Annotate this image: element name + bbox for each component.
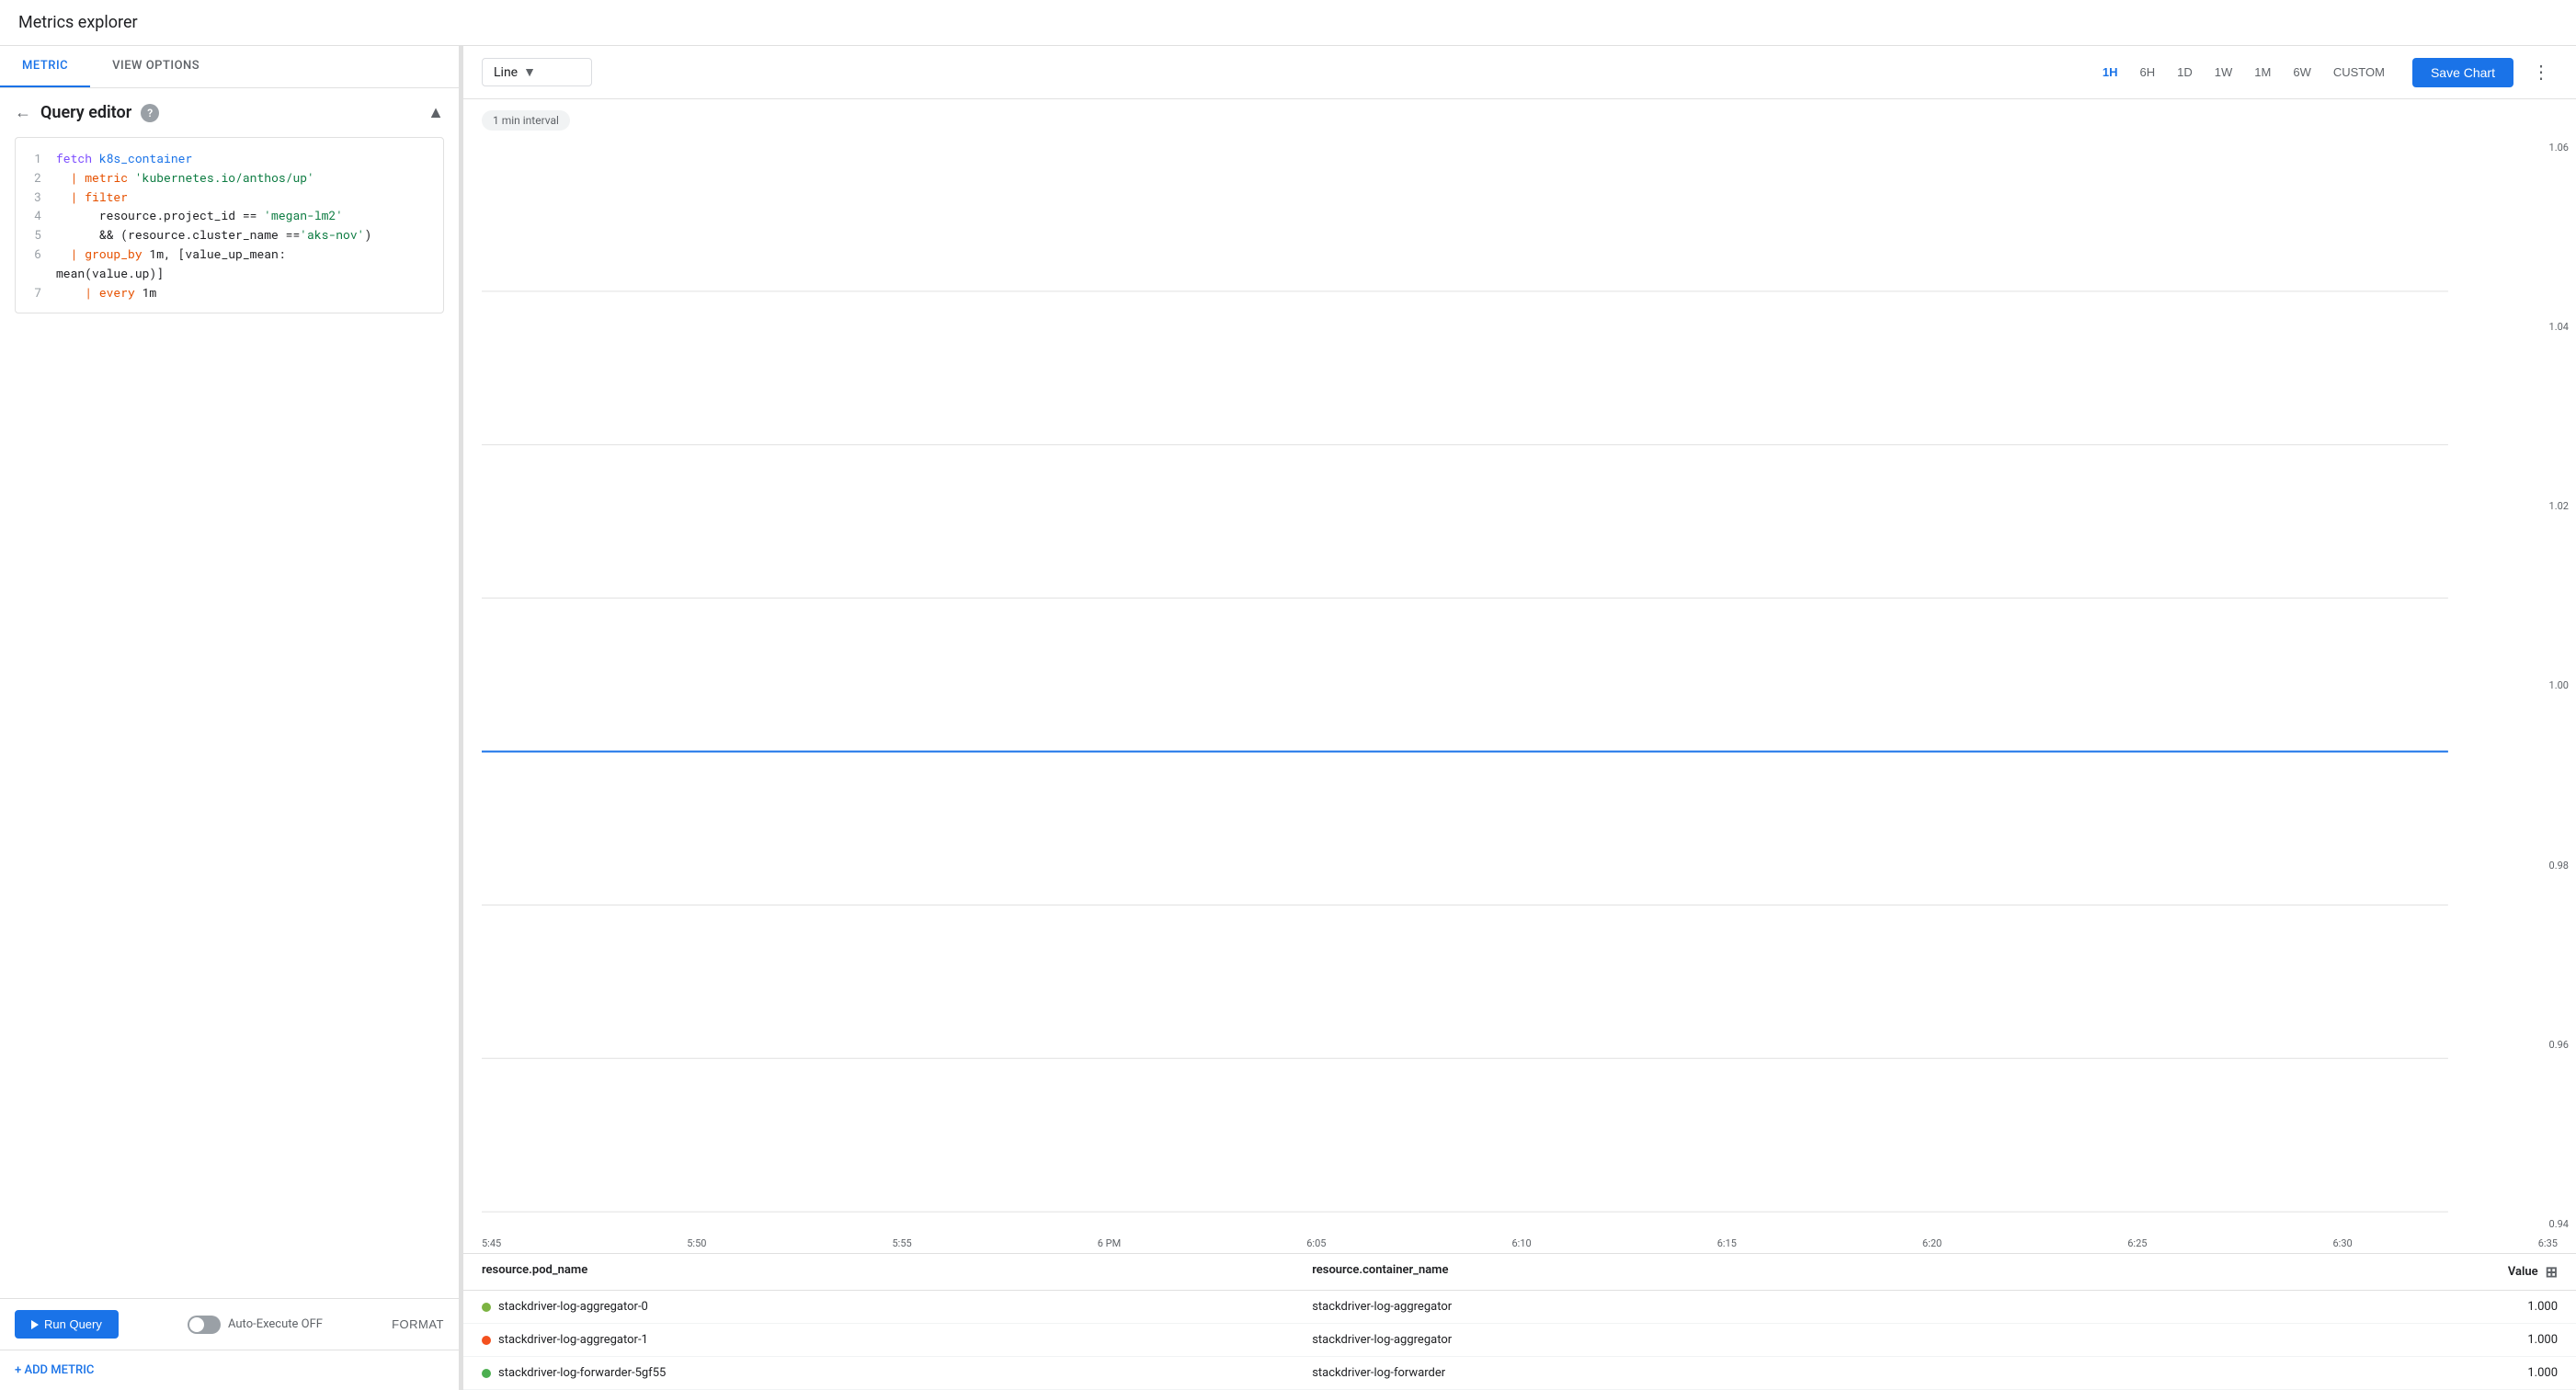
- table-row-0: stackdriver-log-aggregator-0 stackdriver…: [463, 1291, 2576, 1324]
- query-editor-title-row: ← Query editor ?: [15, 103, 159, 122]
- collapse-button[interactable]: ▲: [427, 103, 444, 122]
- y-label-098: 0.98: [2549, 860, 2569, 872]
- table-row-2: stackdriver-log-forwarder-5gf55 stackdri…: [463, 1357, 2576, 1390]
- x-label-10: 6:35: [2538, 1237, 2558, 1249]
- chart-type-select[interactable]: Line ▼: [482, 58, 592, 86]
- format-button[interactable]: FORMAT: [392, 1317, 444, 1331]
- y-label-100: 1.00: [2549, 679, 2569, 691]
- left-panel: METRIC VIEW OPTIONS ← Query editor ? ▲ 1…: [0, 46, 460, 1390]
- code-line-4: 4 resource.project_id == 'megan-lm2': [27, 206, 432, 225]
- main-layout: METRIC VIEW OPTIONS ← Query editor ? ▲ 1…: [0, 46, 2576, 1390]
- query-editor-title: Query editor: [40, 103, 131, 122]
- chart-toolbar: Line ▼ 1H 6H 1D 1W 1M 6W CUSTOM Save Cha…: [463, 46, 2576, 99]
- toggle-knob: [189, 1317, 204, 1332]
- time-btn-1d[interactable]: 1D: [2168, 60, 2202, 85]
- x-label-8: 6:25: [2127, 1237, 2147, 1249]
- y-label-106: 1.06: [2549, 142, 2569, 154]
- chart-type-value: Line: [494, 65, 518, 80]
- th-value: Value ⊞: [2142, 1263, 2558, 1281]
- time-btn-1m[interactable]: 1M: [2245, 60, 2280, 85]
- x-label-1: 5:50: [687, 1237, 706, 1249]
- th-pod-name: resource.pod_name: [482, 1263, 1312, 1281]
- td-pod-0: stackdriver-log-aggregator-0: [482, 1300, 1312, 1314]
- run-query-button[interactable]: Run Query: [15, 1310, 119, 1339]
- time-btn-1h[interactable]: 1H: [2093, 60, 2127, 85]
- add-metric-label: + ADD METRIC: [15, 1363, 94, 1377]
- y-label-096: 0.96: [2549, 1039, 2569, 1051]
- x-label-9: 6:30: [2333, 1237, 2353, 1249]
- th-container-name: resource.container_name: [1312, 1263, 2142, 1281]
- tab-metric[interactable]: METRIC: [0, 46, 90, 87]
- bottom-bar: Run Query Auto-Execute OFF FORMAT: [0, 1298, 459, 1350]
- run-icon: [31, 1320, 39, 1329]
- dropdown-arrow-icon: ▼: [523, 64, 536, 80]
- code-line-1: 1 fetch k8s_container: [27, 149, 432, 168]
- td-container-2: stackdriver-log-forwarder: [1312, 1366, 2142, 1380]
- save-chart-button[interactable]: Save Chart: [2412, 58, 2513, 87]
- add-metric-bar[interactable]: + ADD METRIC: [0, 1350, 459, 1390]
- auto-execute-toggle[interactable]: [188, 1316, 221, 1334]
- td-pod-1: stackdriver-log-aggregator-1: [482, 1333, 1312, 1347]
- code-line-7: 7 | every 1m: [27, 283, 432, 302]
- td-value-2: 1.000: [2142, 1366, 2558, 1380]
- chart-wrapper: 1.06 1.04 1.02 1.00 0.98 0.96 0.94 5:45 …: [463, 138, 2576, 1253]
- data-table: resource.pod_name resource.container_nam…: [463, 1253, 2576, 1390]
- tab-view-options[interactable]: VIEW OPTIONS: [90, 46, 222, 87]
- x-label-4: 6:05: [1306, 1237, 1326, 1249]
- table-row-1: stackdriver-log-aggregator-1 stackdriver…: [463, 1324, 2576, 1357]
- chart-svg: [482, 138, 2530, 1234]
- x-label-5: 6:10: [1512, 1237, 1532, 1249]
- app-container: Metrics explorer METRIC VIEW OPTIONS ← Q…: [0, 0, 2576, 1390]
- dot-icon-1: [482, 1336, 491, 1345]
- code-line-6: 6 | group_by 1m, [value_up_mean: mean(va…: [27, 245, 432, 283]
- x-label-0: 5:45: [482, 1237, 501, 1249]
- help-icon[interactable]: ?: [141, 104, 159, 122]
- x-label-6: 6:15: [1717, 1237, 1737, 1249]
- time-btn-custom[interactable]: CUSTOM: [2324, 60, 2394, 85]
- more-options-button[interactable]: ⋮: [2525, 57, 2558, 87]
- dot-icon-2: [482, 1369, 491, 1378]
- query-editor-header: ← Query editor ? ▲: [15, 103, 444, 122]
- app-title: Metrics explorer: [18, 13, 2558, 32]
- td-value-0: 1.000: [2142, 1300, 2558, 1314]
- code-editor[interactable]: 1 fetch k8s_container 2 | metric 'kubern…: [15, 137, 444, 313]
- chart-container: 1.06 1.04 1.02 1.00 0.98 0.96 0.94: [463, 138, 2576, 1234]
- x-axis-labels: 5:45 5:50 5:55 6 PM 6:05 6:10 6:15 6:20 …: [463, 1234, 2576, 1253]
- y-label-104: 1.04: [2549, 321, 2569, 333]
- x-label-3: 6 PM: [1098, 1237, 1121, 1249]
- td-container-0: stackdriver-log-aggregator: [1312, 1300, 2142, 1314]
- td-value-1: 1.000: [2142, 1333, 2558, 1347]
- code-line-5: 5 && (resource.cluster_name =='aks-nov'): [27, 225, 432, 245]
- time-btn-6w[interactable]: 6W: [2284, 60, 2320, 85]
- columns-icon[interactable]: ⊞: [2546, 1263, 2558, 1281]
- time-btn-6h[interactable]: 6H: [2131, 60, 2165, 85]
- time-range-buttons: 1H 6H 1D 1W 1M 6W CUSTOM: [2093, 60, 2394, 85]
- y-label-094: 0.94: [2549, 1218, 2569, 1230]
- code-line-3: 3 | filter: [27, 188, 432, 207]
- td-pod-2: stackdriver-log-forwarder-5gf55: [482, 1366, 1312, 1380]
- auto-execute-label: Auto-Execute OFF: [228, 1317, 323, 1331]
- app-header: Metrics explorer: [0, 0, 2576, 46]
- chart-area: 1 min interval: [463, 99, 2576, 1390]
- td-container-1: stackdriver-log-aggregator: [1312, 1333, 2142, 1347]
- back-button[interactable]: ←: [15, 103, 31, 122]
- interval-badge: 1 min interval: [463, 110, 2576, 138]
- right-panel: Line ▼ 1H 6H 1D 1W 1M 6W CUSTOM Save Cha…: [463, 46, 2576, 1390]
- y-label-102: 1.02: [2549, 500, 2569, 512]
- table-header: resource.pod_name resource.container_nam…: [463, 1254, 2576, 1291]
- code-line-2: 2 | metric 'kubernetes.io/anthos/up': [27, 168, 432, 188]
- time-btn-1w[interactable]: 1W: [2206, 60, 2242, 85]
- query-editor-section: ← Query editor ? ▲ 1 fetch k8s_container…: [0, 88, 459, 1298]
- dot-icon-0: [482, 1303, 491, 1312]
- x-label-7: 6:20: [1922, 1237, 1942, 1249]
- y-axis-labels: 1.06 1.04 1.02 1.00 0.98 0.96 0.94: [2549, 138, 2569, 1234]
- tabs-row: METRIC VIEW OPTIONS: [0, 46, 459, 88]
- x-label-2: 5:55: [893, 1237, 912, 1249]
- auto-execute-row: Auto-Execute OFF: [188, 1316, 323, 1334]
